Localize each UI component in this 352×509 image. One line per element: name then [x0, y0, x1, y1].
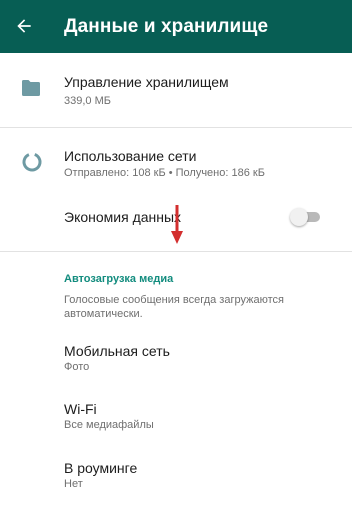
- wifi-title: Wi-Fi: [64, 401, 97, 417]
- app-bar: Данные и хранилище: [0, 0, 352, 53]
- roaming-value: Нет: [64, 478, 83, 490]
- toggle-thumb: [290, 208, 308, 226]
- network-usage-title: Использование сети: [64, 148, 197, 164]
- data-saver-title: Экономия данных: [64, 209, 182, 225]
- data-saver-toggle[interactable]: [290, 207, 322, 227]
- divider: [0, 127, 352, 128]
- manage-storage-row[interactable]: Управление хранилищем 339,0 МБ: [0, 62, 352, 126]
- divider: [0, 251, 352, 252]
- network-usage-row[interactable]: Использование сети Отправлено: 108 кБ • …: [0, 136, 352, 192]
- section-description: Голосовые сообщения всегда загружаются а…: [64, 294, 284, 320]
- roaming-title: В роуминге: [64, 460, 138, 476]
- wifi-value: Все медиафайлы: [64, 419, 154, 431]
- manage-storage-title: Управление хранилищем: [64, 74, 229, 90]
- manage-storage-size: 339,0 МБ: [64, 95, 111, 107]
- arrow-back-icon: [17, 19, 31, 33]
- roaming-row[interactable]: В роуминге Нет: [0, 449, 352, 497]
- mobile-data-value: Фото: [64, 361, 90, 373]
- back-button[interactable]: [10, 12, 38, 40]
- section-header-media-autodownload: Автозагрузка медиа: [64, 273, 174, 285]
- page-title: Данные и хранилище: [64, 16, 269, 37]
- network-usage-stats: Отправлено: 108 кБ • Получено: 186 кБ: [64, 167, 265, 179]
- mobile-data-title: Мобильная сеть: [64, 343, 170, 359]
- wifi-row[interactable]: Wi-Fi Все медиафайлы: [0, 390, 352, 438]
- network-usage-icon: [22, 152, 42, 172]
- mobile-data-row[interactable]: Мобильная сеть Фото: [0, 332, 352, 380]
- red-down-arrow-icon: [171, 205, 183, 244]
- folder-icon: [22, 80, 40, 96]
